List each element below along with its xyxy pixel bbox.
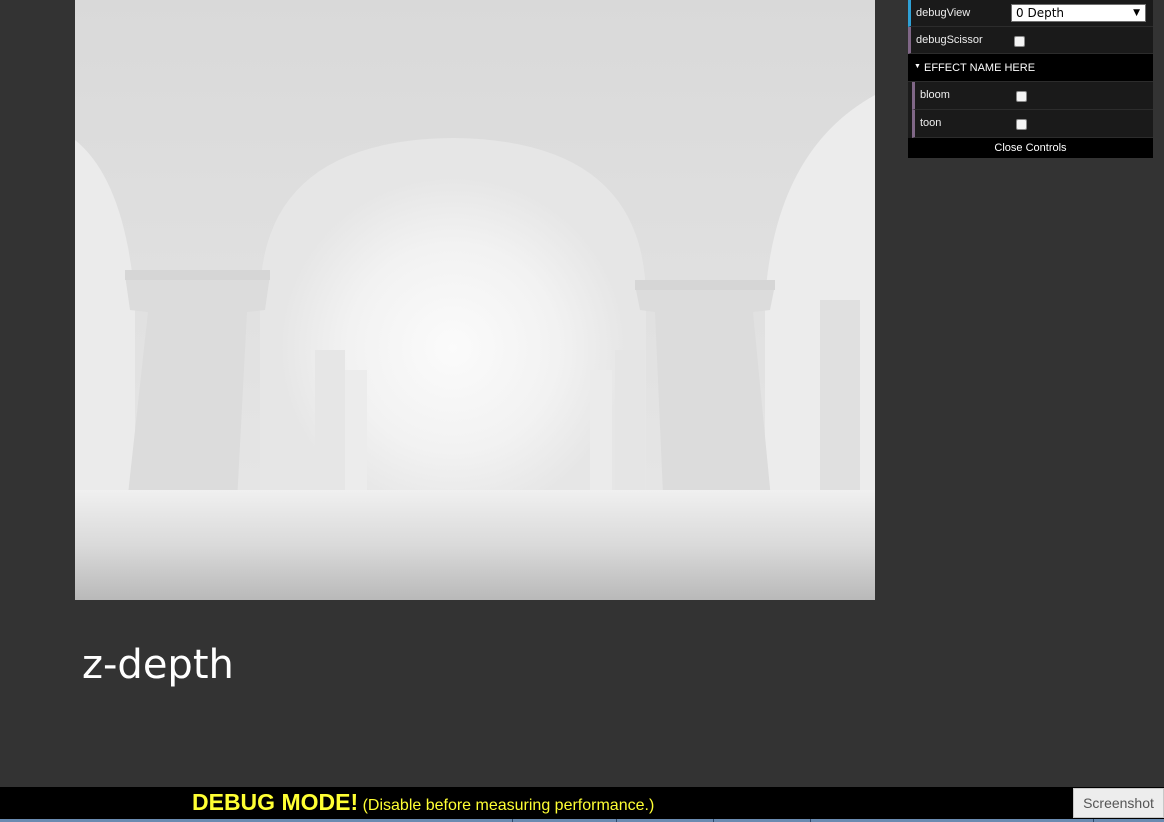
page-caption: z-depth <box>82 642 234 688</box>
debug-view-select-value: 0 Depth <box>1016 6 1064 20</box>
effect-folder-header[interactable]: ▼ EFFECT NAME HERE <box>908 54 1153 82</box>
render-canvas[interactable] <box>75 0 875 600</box>
toon-label: toon <box>920 117 942 129</box>
debug-scissor-checkbox[interactable] <box>1014 36 1025 47</box>
bloom-label: bloom <box>920 89 950 101</box>
debug-view-row: debugView 0 Depth ▼ <box>908 0 1153 27</box>
debug-subtitle: (Disable before measuring performance.) <box>362 797 655 814</box>
screenshot-button[interactable]: Screenshot <box>1073 788 1164 818</box>
depth-render-image <box>75 0 875 600</box>
effect-folder-title: EFFECT NAME HERE <box>924 62 1036 74</box>
debug-title: DEBUG MODE! <box>192 789 359 815</box>
debug-message: DEBUG MODE! (Disable before measuring pe… <box>192 789 654 816</box>
debug-view-select[interactable]: 0 Depth ▼ <box>1011 4 1146 22</box>
debug-banner: DEBUG MODE! (Disable before measuring pe… <box>0 787 1164 819</box>
triangle-down-icon: ▼ <box>914 63 921 70</box>
toon-row: toon <box>912 110 1153 138</box>
debug-scissor-label: debugScissor <box>916 34 983 46</box>
controls-panel: debugView 0 Depth ▼ debugScissor ▼ EFFEC… <box>908 0 1153 158</box>
toon-checkbox[interactable] <box>1016 119 1027 130</box>
page: z-depth debugView 0 Depth ▼ debugScissor… <box>0 0 1164 822</box>
bloom-row: bloom <box>912 82 1153 110</box>
debug-scissor-row: debugScissor <box>908 27 1153 54</box>
close-controls-button[interactable]: Close Controls <box>908 138 1153 158</box>
chevron-down-icon: ▼ <box>1133 8 1140 18</box>
debug-view-label: debugView <box>916 7 971 19</box>
bloom-checkbox[interactable] <box>1016 91 1027 102</box>
effect-folder-content: bloom toon <box>908 82 1153 138</box>
